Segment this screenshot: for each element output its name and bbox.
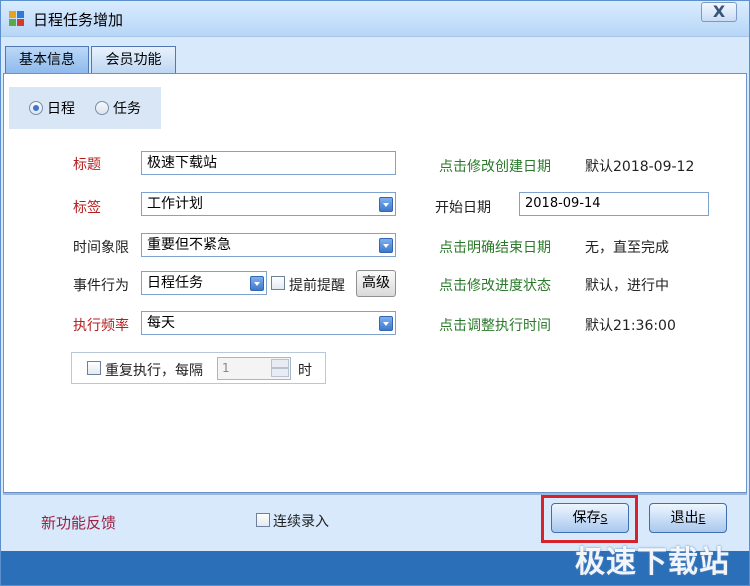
- reminder-label[interactable]: 提前提醒: [289, 275, 345, 295]
- close-button[interactable]: X: [701, 2, 737, 22]
- dialog-window: 日程任务增加 X 基本信息 会员功能 日程 任务 标题 极速下载站 标签 工作计…: [0, 0, 750, 586]
- tag-label: 标签: [73, 200, 101, 216]
- tab-strip: 基本信息 会员功能: [5, 46, 745, 74]
- schedule-radio-label[interactable]: 日程: [47, 98, 75, 118]
- advanced-button[interactable]: 高级: [356, 270, 396, 297]
- spinner-arrows-icon[interactable]: [271, 359, 289, 378]
- chevron-down-icon[interactable]: [379, 316, 393, 331]
- behavior-label: 事件行为: [73, 278, 129, 294]
- exit-hotkey: E: [698, 512, 706, 525]
- feedback-link[interactable]: 新功能反馈: [41, 512, 116, 533]
- app-icon: [9, 11, 25, 27]
- task-radio[interactable]: [95, 101, 109, 115]
- quadrant-label: 时间象限: [73, 240, 129, 256]
- repeat-unit: 时: [298, 363, 312, 379]
- repeat-label[interactable]: 重复执行，每隔: [105, 360, 203, 380]
- chevron-down-icon[interactable]: [379, 197, 393, 212]
- exit-button-label: 退出: [670, 510, 699, 526]
- continuous-entry-label[interactable]: 连续录入: [273, 511, 329, 531]
- continuous-entry-checkbox[interactable]: [256, 513, 270, 527]
- save-highlight-box: [541, 495, 638, 543]
- behavior-select[interactable]: 日程任务: [141, 271, 267, 295]
- time-value: 默认21:36:00: [585, 318, 676, 334]
- quadrant-select[interactable]: 重要但不紧急: [141, 233, 396, 257]
- tab-basic-info[interactable]: 基本信息: [5, 46, 89, 74]
- quadrant-value: 重要但不紧急: [147, 237, 231, 253]
- behavior-value: 日程任务: [147, 275, 203, 291]
- repeat-checkbox[interactable]: [87, 361, 101, 375]
- end-date-value: 无，直至完成: [585, 240, 669, 256]
- tag-value: 工作计划: [147, 196, 203, 212]
- created-date-value: 默认2018-09-12: [585, 159, 695, 175]
- modify-progress-link[interactable]: 点击修改进度状态: [439, 275, 551, 295]
- set-end-date-link[interactable]: 点击明确结束日期: [439, 237, 551, 257]
- frequency-select[interactable]: 每天: [141, 311, 396, 335]
- modify-created-date-link[interactable]: 点击修改创建日期: [439, 156, 551, 176]
- chevron-down-icon[interactable]: [379, 238, 393, 253]
- tag-select[interactable]: 工作计划: [141, 192, 396, 216]
- start-date-label: 开始日期: [435, 200, 491, 216]
- title-bar[interactable]: 日程任务增加 X: [1, 1, 749, 37]
- chevron-down-icon[interactable]: [250, 276, 264, 291]
- frequency-label: 执行频率: [73, 318, 129, 334]
- adjust-time-link[interactable]: 点击调整执行时间: [439, 315, 551, 335]
- tab-member-features[interactable]: 会员功能: [91, 46, 176, 74]
- progress-value: 默认，进行中: [585, 278, 669, 294]
- repeat-interval-value: 1: [222, 361, 230, 375]
- title-label: 标题: [73, 157, 101, 173]
- type-radio-group: 日程 任务: [9, 87, 161, 129]
- reminder-checkbox[interactable]: [271, 276, 285, 290]
- exit-button[interactable]: 退出E: [649, 503, 727, 533]
- frequency-value: 每天: [147, 315, 175, 331]
- repeat-interval-spinner[interactable]: 1: [217, 357, 291, 380]
- close-icon: X: [712, 2, 726, 21]
- schedule-radio[interactable]: [29, 101, 43, 115]
- start-date-input[interactable]: 2018-09-14: [519, 192, 709, 216]
- watermark: 极速下载站: [575, 545, 730, 580]
- title-input[interactable]: 极速下载站: [141, 151, 396, 175]
- task-radio-label[interactable]: 任务: [113, 98, 141, 118]
- window-title: 日程任务增加: [33, 11, 124, 29]
